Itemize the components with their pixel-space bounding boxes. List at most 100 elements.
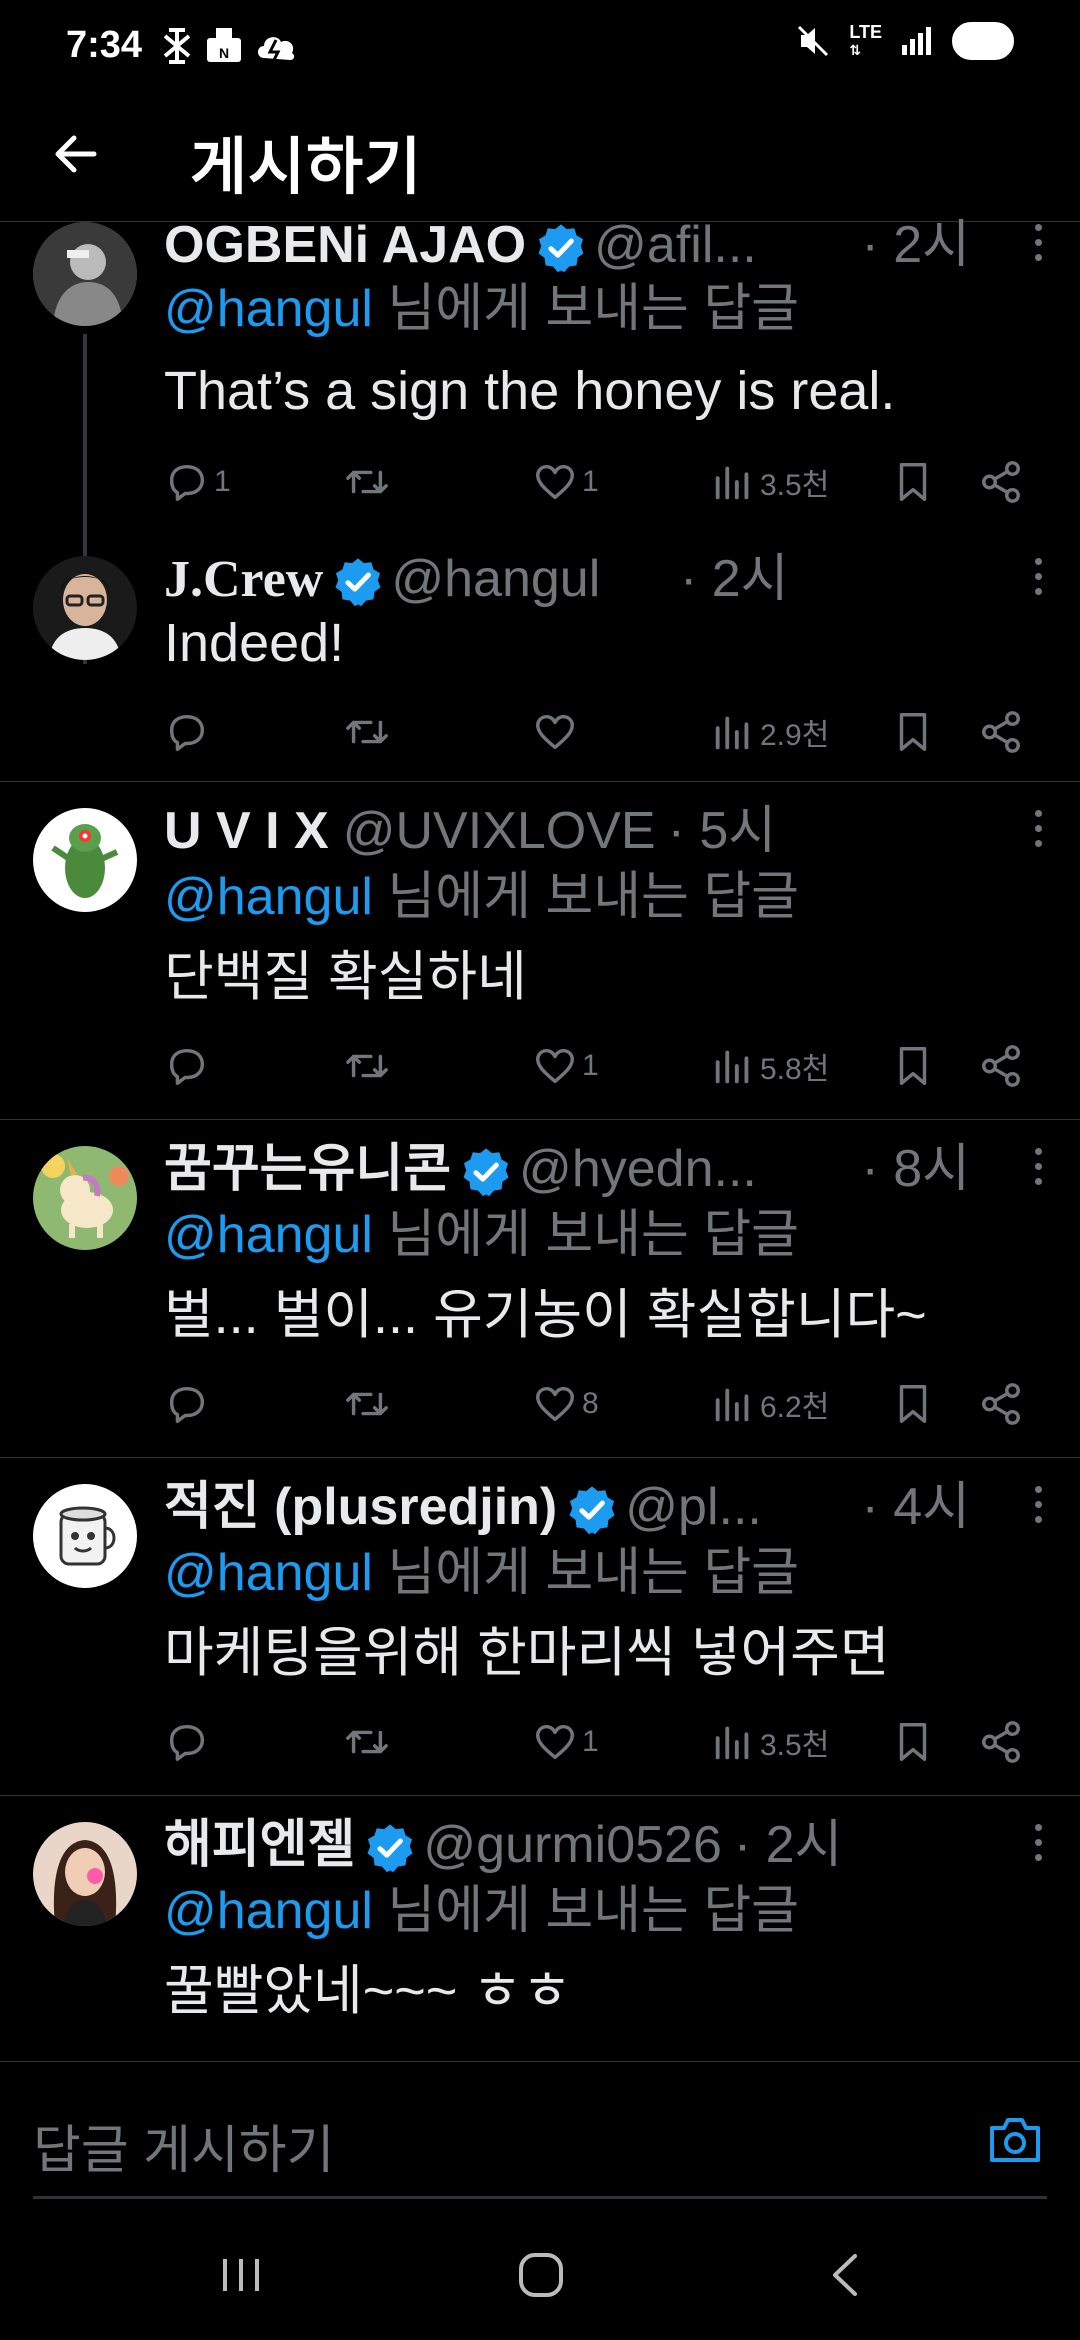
share-icon — [978, 1381, 1024, 1427]
mention-link[interactable]: @hangul — [164, 1206, 373, 1264]
like-count: 8 — [582, 1387, 599, 1420]
tweet-header: U V I X @UVIXLOVE · 5시 — [164, 796, 970, 866]
reply-icon — [164, 709, 210, 755]
like-button[interactable]: 1 — [532, 1714, 599, 1770]
more-options-icon[interactable] — [1018, 1136, 1058, 1196]
reply-button[interactable] — [164, 1038, 214, 1094]
more-options-icon[interactable] — [1018, 212, 1058, 272]
avatar[interactable] — [33, 1822, 137, 1926]
share-button[interactable] — [978, 1714, 1024, 1770]
avatar[interactable] — [33, 222, 137, 326]
display-name[interactable]: OGBENi AJAO — [164, 216, 526, 274]
retweet-button[interactable] — [344, 454, 394, 510]
retweet-icon — [344, 1043, 390, 1089]
reply-button[interactable] — [164, 1376, 214, 1432]
svg-text:N: N — [219, 45, 229, 61]
reply-input[interactable]: 답글 게시하기 — [33, 2108, 335, 2183]
arrow-left-icon[interactable] — [48, 126, 104, 182]
tweet-time: · 2시 — [861, 216, 970, 274]
mention-link[interactable]: @hangul — [164, 1882, 373, 1940]
retweet-button[interactable] — [344, 1714, 394, 1770]
reply-tweet[interactable]: 적진 (plusredjin) @pl... · 4시 @hangul 님에게 보… — [0, 1458, 1080, 1796]
user-handle[interactable]: @hyedn... — [519, 1140, 757, 1198]
mention-link[interactable]: @hangul — [164, 1544, 373, 1602]
bookmark-button[interactable] — [890, 454, 936, 510]
reply-tweet[interactable]: J.Crew @hangul · 2시 Indeed! 2.9천 — [0, 532, 1080, 782]
bookmark-button[interactable] — [890, 1376, 936, 1432]
share-button[interactable] — [978, 1376, 1024, 1432]
recent-apps-icon[interactable] — [196, 2230, 286, 2320]
user-handle[interactable]: @afil... — [594, 216, 757, 274]
like-button[interactable]: 8 — [532, 1376, 599, 1432]
retweet-icon — [344, 1719, 390, 1765]
more-options-icon[interactable] — [1018, 546, 1058, 606]
reply-button[interactable] — [164, 1714, 214, 1770]
reply-tweet[interactable]: 꿈꾸는유니콘 @hyedn... · 8시 @hangul 님에게 보내는 답글 … — [0, 1120, 1080, 1458]
reply-context: @hangul 님에게 보내는 답글 — [164, 1876, 799, 1946]
tweet-actions: 1 1 3.5천 — [164, 454, 1050, 510]
display-name[interactable]: 해피엔젤 — [164, 1816, 355, 1874]
display-name[interactable]: U V I X — [164, 802, 329, 860]
like-button[interactable]: 1 — [532, 454, 599, 510]
more-options-icon[interactable] — [1018, 1474, 1058, 1534]
views-button[interactable]: 5.8천 — [710, 1038, 829, 1094]
composer-divider — [33, 2196, 1047, 2199]
reply-tweet[interactable]: U V I X @UVIXLOVE · 5시 @hangul 님에게 보내는 답글 … — [0, 782, 1080, 1120]
more-options-icon[interactable] — [1018, 1812, 1058, 1872]
avatar[interactable] — [33, 808, 137, 912]
avatar[interactable] — [33, 556, 137, 660]
like-button[interactable] — [532, 704, 582, 760]
reply-composer[interactable]: 답글 게시하기 — [0, 2070, 1080, 2200]
avatar[interactable] — [33, 1484, 137, 1588]
display-name[interactable]: J.Crew — [164, 551, 323, 608]
bookmark-button[interactable] — [890, 1714, 936, 1770]
views-icon — [710, 459, 756, 505]
tweet-time: · 2시 — [680, 550, 789, 608]
retweet-button[interactable] — [344, 1038, 394, 1094]
reply-context-label: 님에게 보내는 답글 — [372, 1544, 800, 1602]
views-button[interactable]: 3.5천 — [710, 1714, 829, 1770]
more-options-icon[interactable] — [1018, 798, 1058, 858]
views-button[interactable]: 6.2천 — [710, 1376, 829, 1432]
bookmark-button[interactable] — [890, 1038, 936, 1094]
verified-badge-icon — [459, 1145, 513, 1199]
bookmark-button[interactable] — [890, 704, 936, 760]
reply-tweet[interactable]: OGBENi AJAO @afil... · 2시 @hangul 님에게 보내는… — [0, 216, 1080, 664]
like-button[interactable]: 1 — [532, 1038, 599, 1094]
user-handle[interactable]: @gurmi0526 — [423, 1816, 722, 1874]
user-handle[interactable]: @pl... — [625, 1478, 762, 1536]
share-button[interactable] — [978, 704, 1024, 760]
reply-button[interactable]: 1 — [164, 454, 231, 510]
verified-badge-icon — [534, 221, 588, 275]
views-button[interactable]: 3.5천 — [710, 454, 829, 510]
user-handle[interactable]: @hangul — [391, 550, 600, 608]
avatar[interactable] — [33, 1146, 137, 1250]
reply-tweet[interactable]: 해피엔젤 @gurmi0526 · 2시 @hangul 님에게 보내는 답글 꿀빨… — [0, 1796, 1080, 2062]
display-name[interactable]: 적진 (plusredjin) — [164, 1478, 557, 1536]
reply-button[interactable] — [164, 704, 214, 760]
tweet-header: 꿈꾸는유니콘 @hyedn... — [164, 1134, 970, 1204]
tweet-time: · 4시 — [861, 1478, 970, 1536]
display-name[interactable]: 꿈꾸는유니콘 — [164, 1140, 451, 1198]
user-handle[interactable]: @UVIXLOVE — [343, 802, 656, 860]
views-button[interactable]: 2.9천 — [710, 704, 829, 760]
tweet-text: 꿀빨았네~~~ ㅎㅎ — [164, 1961, 572, 2021]
page-title: 게시하기 — [190, 133, 423, 202]
notification-icons: N — [160, 26, 298, 66]
tweet-text: 벌... 벌이... 유기농이 확실합니다~ — [164, 1285, 927, 1345]
retweet-button[interactable] — [344, 1376, 394, 1432]
heart-icon — [532, 709, 578, 755]
share-button[interactable] — [978, 454, 1024, 510]
retweet-icon — [344, 1381, 390, 1427]
camera-icon[interactable] — [986, 2112, 1044, 2168]
reply-icon — [164, 1043, 210, 1089]
back-icon[interactable] — [800, 2230, 890, 2320]
tweet-actions: 2.9천 — [164, 704, 1050, 760]
share-icon — [978, 709, 1024, 755]
mention-link[interactable]: @hangul — [164, 280, 373, 338]
tweet-time: · 5시 — [667, 802, 777, 860]
share-button[interactable] — [978, 1038, 1024, 1094]
retweet-button[interactable] — [344, 704, 394, 760]
home-icon[interactable] — [496, 2230, 586, 2320]
mention-link[interactable]: @hangul — [164, 868, 373, 926]
